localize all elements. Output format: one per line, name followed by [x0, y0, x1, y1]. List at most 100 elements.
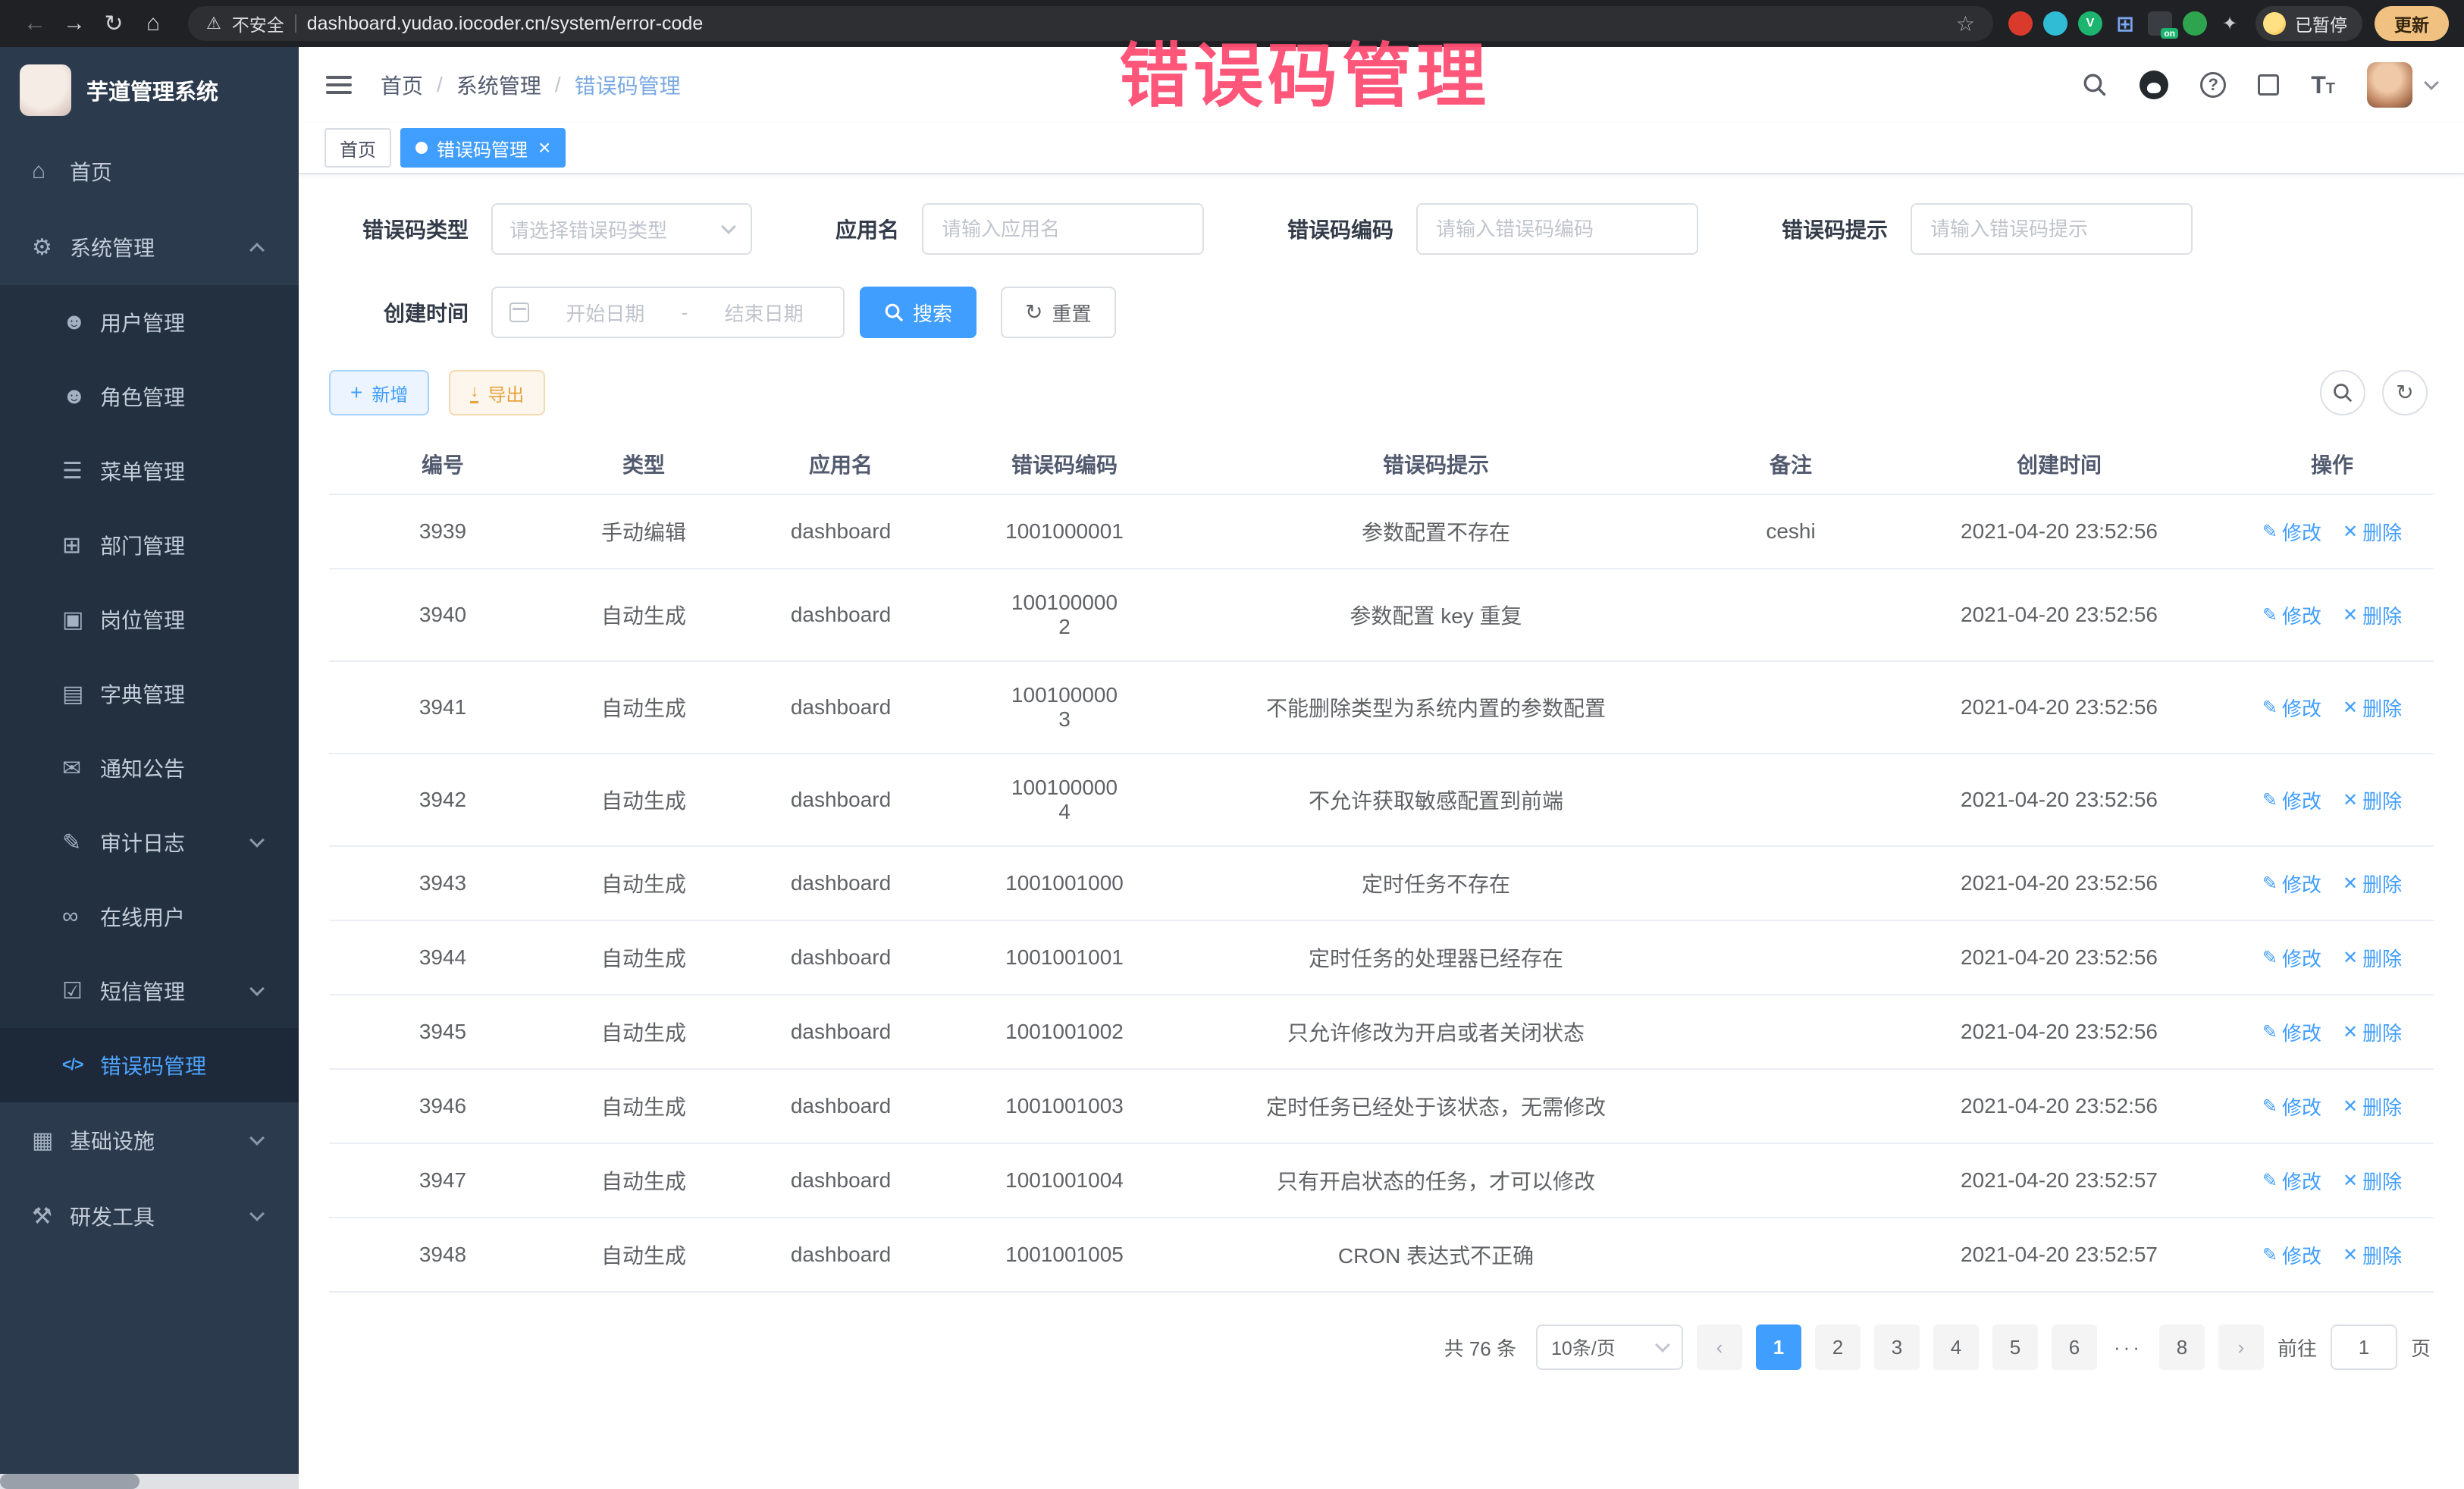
sidebar-toggle-icon[interactable]	[326, 76, 352, 94]
breadcrumb-item-2[interactable]: 错误码管理	[575, 70, 681, 100]
column-header-1: 类型	[556, 434, 731, 494]
delete-link[interactable]: ✕删除	[2343, 694, 2402, 722]
edit-link[interactable]: ✎修改	[2262, 518, 2321, 546]
page-button-3[interactable]: 3	[1874, 1324, 1920, 1370]
leaf-extension-icon[interactable]	[2183, 11, 2207, 36]
cell-actions: ✎修改 ✕删除	[2230, 494, 2434, 569]
help-icon[interactable]: ?	[2200, 72, 2226, 98]
add-button[interactable]: + 新增	[329, 370, 429, 415]
refresh-table-button[interactable]: ↻	[2382, 370, 2428, 415]
grid-extension-icon[interactable]: ⊞	[2113, 11, 2137, 36]
reset-button[interactable]: ↻ 重置	[1001, 287, 1115, 338]
v-extension-icon[interactable]: V	[2078, 11, 2102, 36]
search-icon[interactable]	[2082, 72, 2108, 98]
page-button-6[interactable]: 6	[2052, 1324, 2097, 1370]
sidebar-item-devtools[interactable]: ⚒研发工具	[0, 1178, 299, 1254]
prev-page-button[interactable]: ‹	[1697, 1324, 1742, 1370]
github-icon[interactable]	[2140, 71, 2168, 99]
sidebar-item-dicts[interactable]: ▤字典管理	[0, 657, 299, 731]
app-logo[interactable]: 芋道管理系统	[0, 47, 299, 133]
edit-link-label: 修改	[2282, 786, 2321, 814]
next-page-button[interactable]: ›	[2218, 1324, 2264, 1370]
toggle-search-button[interactable]	[2320, 370, 2365, 415]
error-code-input[interactable]	[1416, 203, 1698, 255]
sidebar-item-error-codes[interactable]: </>错误码管理	[0, 1028, 299, 1102]
browser-home-icon[interactable]: ⌂	[133, 4, 173, 43]
edit-link[interactable]: ✎修改	[2262, 601, 2321, 629]
delete-link[interactable]: ✕删除	[2343, 944, 2402, 972]
tab-close-icon[interactable]: ×	[538, 137, 550, 158]
avatar-dropdown-caret-icon[interactable]	[2424, 75, 2439, 90]
goto-page-input[interactable]	[2331, 1324, 2397, 1370]
browser-update-button[interactable]: 更新	[2375, 6, 2449, 41]
browser-forward-icon[interactable]: →	[55, 4, 94, 43]
profile-paused-chip[interactable]: 已暂停	[2256, 6, 2362, 41]
app-name-input[interactable]	[922, 203, 1204, 255]
main-area: 首页/系统管理/错误码管理 ? TT 首页错误码管理×	[299, 47, 2464, 1489]
sidebar-item-system[interactable]: ⚙系统管理	[0, 209, 299, 285]
delete-link[interactable]: ✕删除	[2343, 1018, 2402, 1046]
sidebar-item-notices[interactable]: ✉通知公告	[0, 731, 299, 805]
user-avatar[interactable]	[2367, 62, 2412, 108]
page-button-4[interactable]: 4	[1933, 1324, 1979, 1370]
page-button-8[interactable]: 8	[2159, 1324, 2205, 1370]
bookmark-star-icon[interactable]: ☆	[1956, 11, 1975, 36]
tab-home[interactable]: 首页	[324, 128, 391, 168]
cell-time: 2021-04-20 23:52:57	[1888, 1218, 2230, 1292]
delete-link[interactable]: ✕删除	[2343, 601, 2402, 629]
edit-link[interactable]: ✎修改	[2262, 944, 2321, 972]
sidebar-item-home[interactable]: ⌂首页	[0, 133, 299, 209]
sidebar-item-online-users[interactable]: ∞在线用户	[0, 879, 299, 954]
error-type-select[interactable]: 请选择错误码类型	[491, 203, 752, 255]
browser-reload-icon[interactable]: ↻	[94, 4, 133, 43]
sidebar-item-posts[interactable]: ▣岗位管理	[0, 582, 299, 657]
delete-link[interactable]: ✕删除	[2343, 1092, 2402, 1121]
browser-address-bar[interactable]: ⚠ 不安全 dashboard.yudao.iocoder.cn/system/…	[188, 6, 1993, 41]
edit-link[interactable]: ✎修改	[2262, 694, 2321, 722]
sidebar-item-users[interactable]: ☻用户管理	[0, 285, 299, 359]
sidebar-item-depts[interactable]: ⊞部门管理	[0, 508, 299, 582]
edit-link[interactable]: ✎修改	[2262, 1167, 2321, 1195]
sidebar-scrollbar[interactable]	[0, 1474, 299, 1489]
delete-link[interactable]: ✕删除	[2343, 786, 2402, 814]
browser-back-icon[interactable]: ←	[15, 4, 55, 43]
fullscreen-icon[interactable]	[2258, 74, 2279, 96]
tab-error-code[interactable]: 错误码管理×	[400, 128, 566, 168]
record-extension-icon[interactable]	[2008, 11, 2033, 36]
page-button-5[interactable]: 5	[1992, 1324, 2038, 1370]
page-button-2[interactable]: 2	[1815, 1324, 1861, 1370]
sidebar-item-menus[interactable]: ☰菜单管理	[0, 434, 299, 508]
edit-link[interactable]: ✎修改	[2262, 1241, 2321, 1269]
error-hint-input[interactable]	[1911, 203, 2193, 255]
on-badge-extension-icon[interactable]: on	[2148, 11, 2172, 36]
page-button-1[interactable]: 1	[1756, 1324, 1801, 1370]
delete-link[interactable]: ✕删除	[2343, 870, 2402, 898]
sidebar-scrollbar-thumb[interactable]	[0, 1474, 140, 1489]
sidebar-item-sms[interactable]: ☑短信管理	[0, 954, 299, 1028]
pagination-ellipsis[interactable]: ···	[2114, 1336, 2143, 1359]
edit-pencil-icon: ✎	[2262, 697, 2277, 719]
cell-message: 只有开启状态的任务，才可以修改	[1178, 1143, 1694, 1218]
edit-link[interactable]: ✎修改	[2262, 1092, 2321, 1121]
users-icon: ☻	[62, 384, 100, 409]
edit-link[interactable]: ✎修改	[2262, 870, 2321, 898]
edit-link[interactable]: ✎修改	[2262, 786, 2321, 814]
delete-link[interactable]: ✕删除	[2343, 1167, 2402, 1195]
breadcrumb-item-0[interactable]: 首页	[381, 70, 423, 100]
pin-extension-icon[interactable]: ✦	[2218, 11, 2242, 36]
breadcrumb-item-1[interactable]: 系统管理	[456, 70, 541, 100]
delete-link[interactable]: ✕删除	[2343, 1241, 2402, 1269]
font-size-icon[interactable]: TT	[2311, 71, 2335, 99]
search-button[interactable]: 搜索	[860, 287, 977, 338]
drop-extension-icon[interactable]	[2043, 11, 2067, 36]
delete-link-label: 删除	[2362, 944, 2402, 972]
export-button[interactable]: ↓ 导出	[449, 370, 545, 415]
create-time-range-picker[interactable]: 开始日期 - 结束日期	[491, 287, 845, 338]
sidebar-item-audit-logs[interactable]: ✎审计日志	[0, 805, 299, 879]
cell-type: 自动生成	[556, 995, 731, 1069]
page-size-select[interactable]: 10条/页	[1536, 1324, 1683, 1370]
sidebar-item-roles[interactable]: ☻角色管理	[0, 359, 299, 434]
sidebar-item-infra[interactable]: ▦基础设施	[0, 1102, 299, 1178]
delete-link[interactable]: ✕删除	[2343, 518, 2402, 546]
edit-link[interactable]: ✎修改	[2262, 1018, 2321, 1046]
